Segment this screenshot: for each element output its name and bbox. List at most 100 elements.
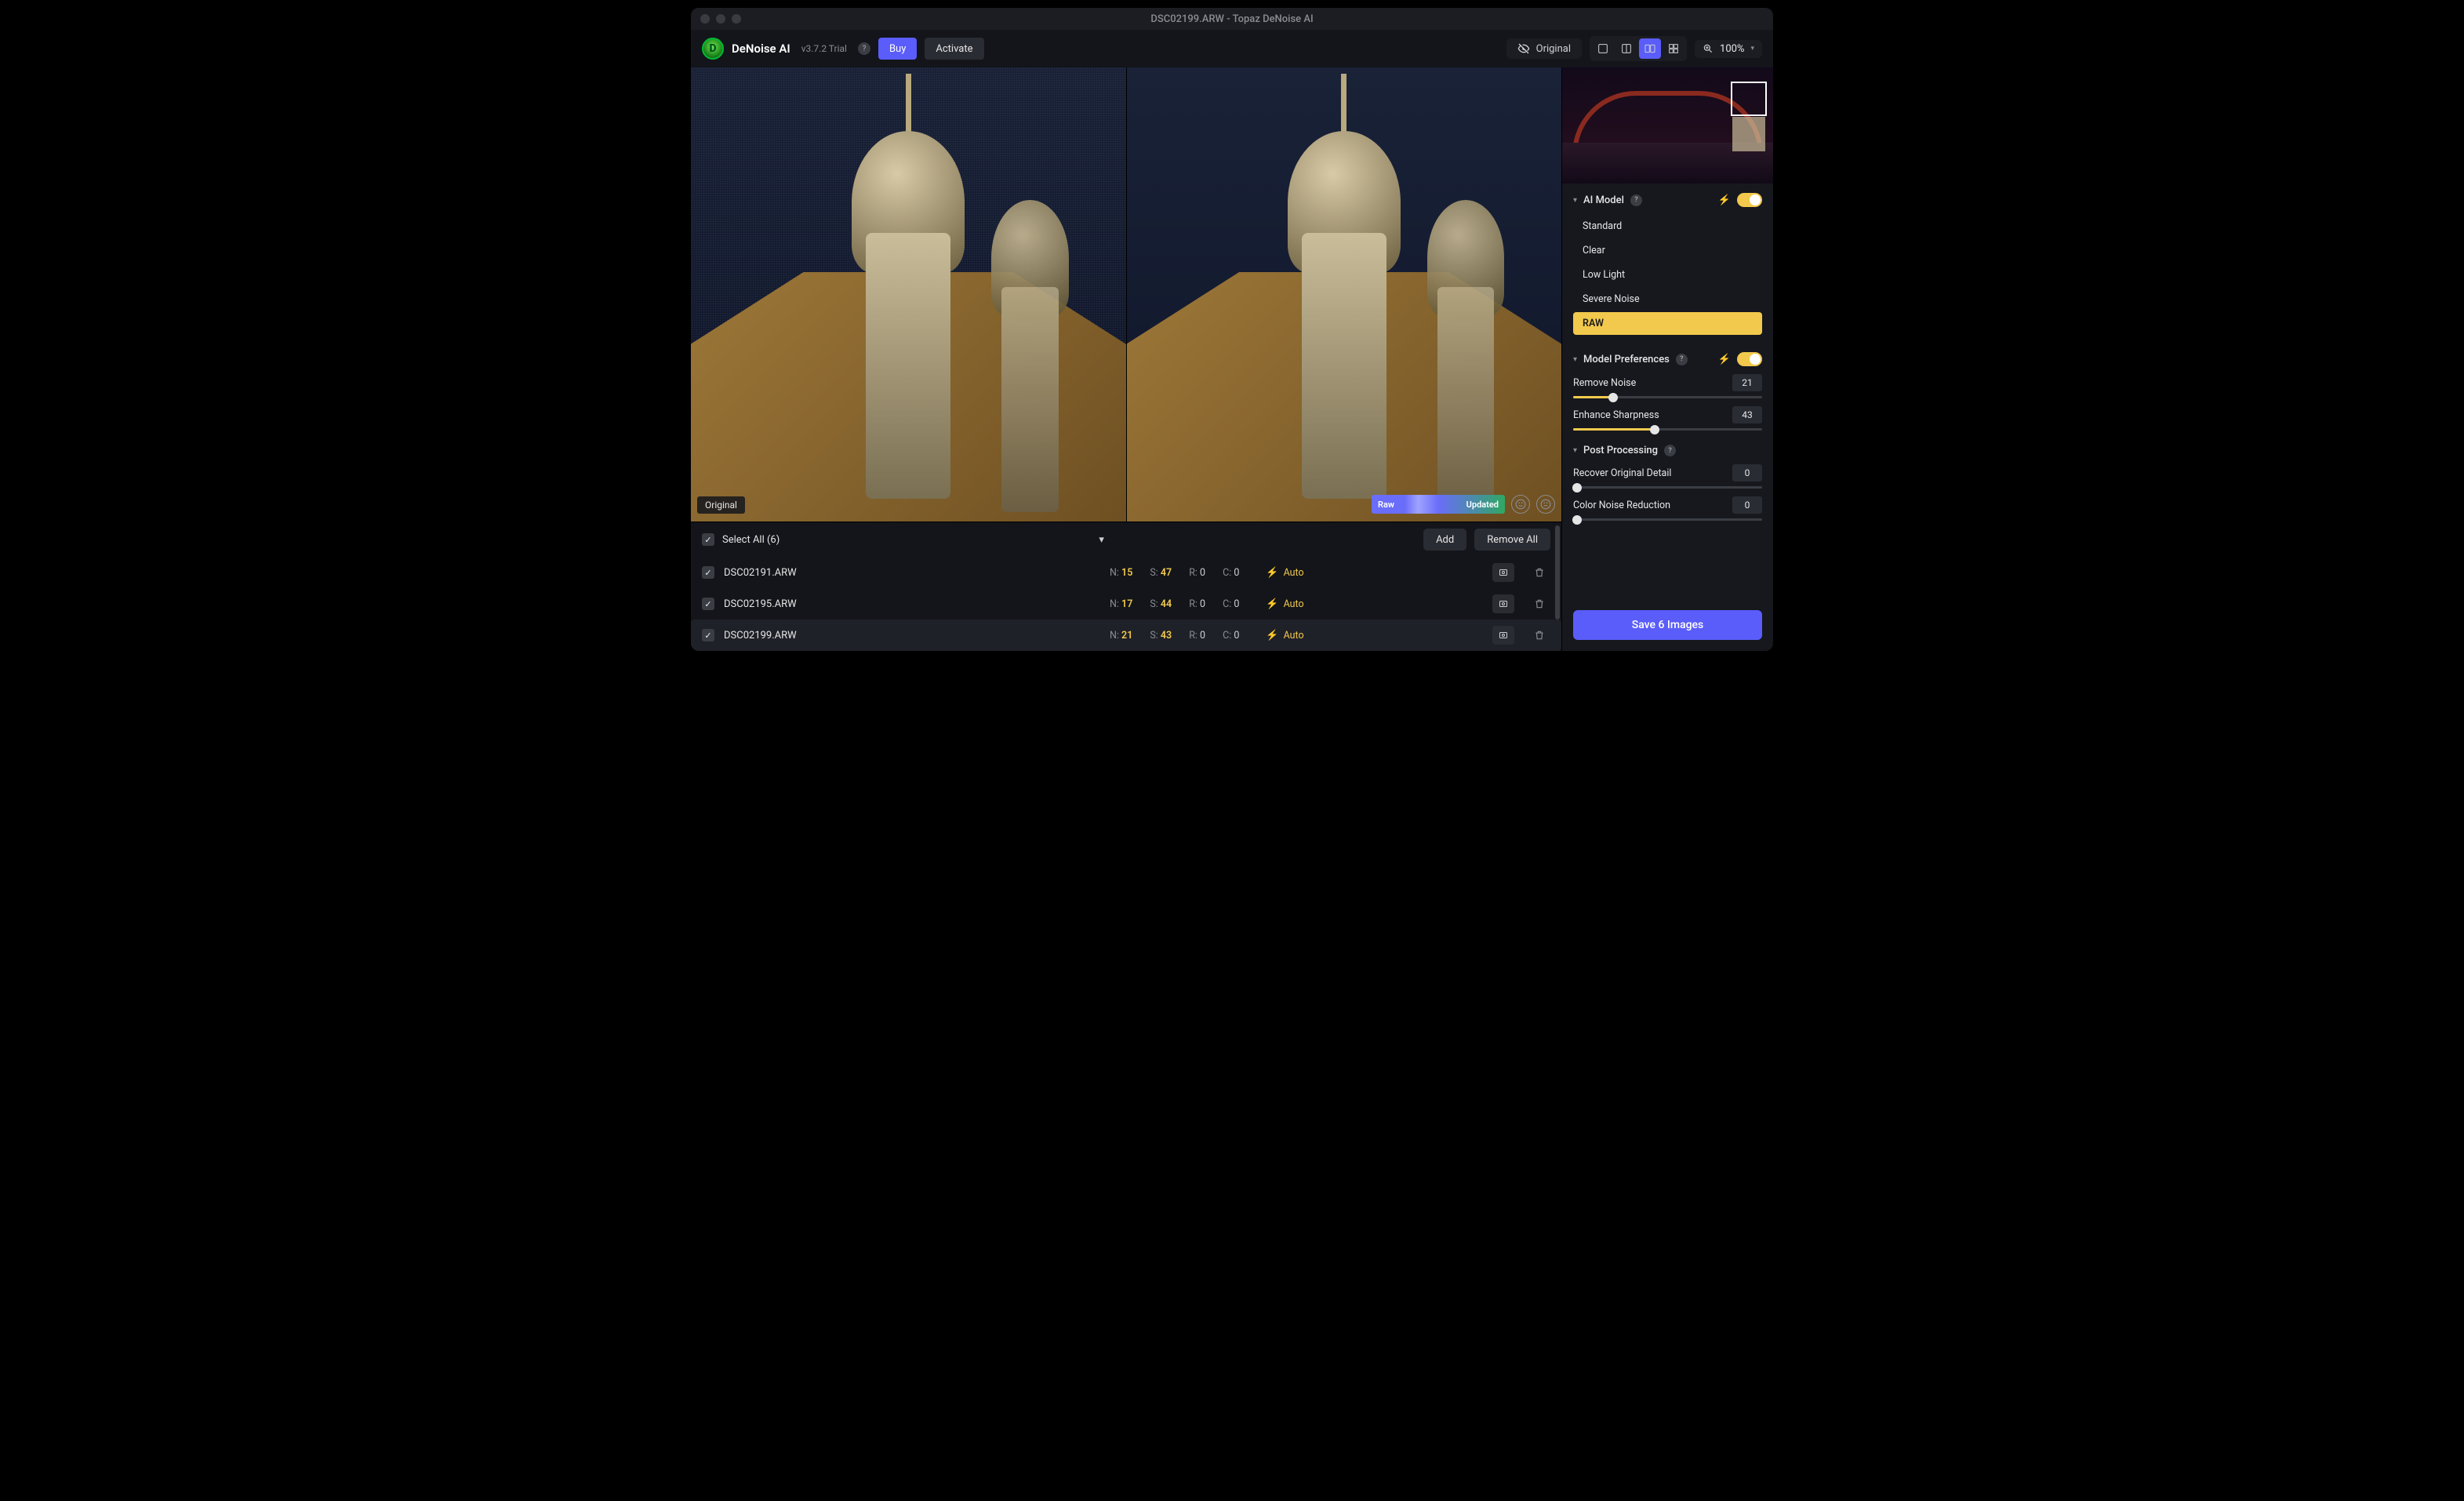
settings-panel: ▾ AI Model ? ⚡ StandardClearLow LightSev… — [1561, 67, 1773, 651]
add-button[interactable]: Add — [1423, 529, 1466, 551]
ai-model-auto-toggle[interactable] — [1737, 193, 1762, 207]
activate-button[interactable]: Activate — [925, 38, 983, 60]
remove-all-button[interactable]: Remove All — [1474, 529, 1550, 551]
buy-button[interactable]: Buy — [878, 38, 917, 60]
app-version: v3.7.2 Trial — [801, 43, 847, 54]
file-delete-icon[interactable] — [1528, 594, 1550, 613]
file-row[interactable]: ✓ DSC02199.ARW N: 21S: 43R: 0C: 0 ⚡Auto — [691, 620, 1561, 651]
file-checkbox[interactable]: ✓ — [702, 629, 714, 641]
eye-off-icon — [1517, 42, 1530, 55]
select-all-label[interactable]: Select All (6) — [722, 534, 780, 546]
ai-model-option[interactable]: Clear — [1573, 239, 1762, 262]
file-auto-badge[interactable]: ⚡Auto — [1266, 598, 1303, 610]
file-row[interactable]: ✓ DSC02191.ARW N: 15S: 47R: 0C: 0 ⚡Auto — [691, 557, 1561, 588]
help-icon[interactable]: ? — [1630, 194, 1642, 206]
help-icon[interactable]: ? — [858, 42, 870, 55]
viewer-left-original[interactable]: Original — [691, 67, 1126, 522]
file-preview-icon[interactable] — [1492, 563, 1514, 582]
status-bar-right: Updated — [1466, 500, 1499, 510]
scrollbar[interactable] — [1555, 525, 1560, 620]
remove-noise-slider[interactable] — [1573, 396, 1762, 398]
titlebar: DSC02199.ARW - Topaz DeNoise AI — [691, 8, 1773, 30]
chevron-down-icon: ▾ — [1573, 355, 1577, 364]
recover-detail-label: Recover Original Detail — [1573, 467, 1671, 479]
chevron-down-icon: ▾ — [1750, 45, 1754, 53]
enhance-sharpness-label: Enhance Sharpness — [1573, 409, 1659, 421]
viewer-right-processed[interactable]: Raw Updated — [1126, 67, 1562, 522]
select-all-checkbox[interactable]: ✓ — [702, 533, 714, 546]
recover-detail-slider[interactable] — [1573, 486, 1762, 489]
remove-noise-value[interactable]: 21 — [1732, 374, 1762, 391]
ai-model-option[interactable]: RAW — [1573, 312, 1762, 335]
file-stats: N: 21S: 43R: 0C: 0 — [1110, 630, 1239, 641]
file-checkbox[interactable]: ✓ — [702, 598, 714, 610]
bolt-icon: ⚡ — [1266, 598, 1278, 610]
navigator-thumbnail[interactable] — [1562, 67, 1773, 184]
file-delete-icon[interactable] — [1528, 563, 1550, 582]
file-auto-badge[interactable]: ⚡Auto — [1266, 567, 1303, 579]
help-icon[interactable]: ? — [1676, 354, 1688, 365]
bolt-icon: ⚡ — [1266, 567, 1278, 579]
file-preview-icon[interactable] — [1492, 626, 1514, 645]
ai-model-option[interactable]: Low Light — [1573, 263, 1762, 286]
enhance-sharpness-slider[interactable] — [1573, 428, 1762, 431]
view-sidebyside-icon[interactable] — [1639, 38, 1661, 59]
image-viewer[interactable]: Original Raw Updated — [691, 67, 1561, 522]
save-images-button[interactable]: Save 6 Images — [1573, 610, 1762, 640]
file-name: DSC02195.ARW — [724, 598, 1100, 610]
model-prefs-auto-toggle[interactable] — [1737, 352, 1762, 366]
zoom-control[interactable]: 100% ▾ — [1695, 40, 1762, 58]
ai-model-option[interactable]: Severe Noise — [1573, 288, 1762, 311]
chevron-down-icon: ▾ — [1573, 446, 1577, 455]
collapse-icon[interactable]: ▾ — [1099, 534, 1104, 546]
toolbar: D DeNoise AI v3.7.2 Trial ? Buy Activate… — [691, 30, 1773, 67]
file-stats: N: 17S: 44R: 0C: 0 — [1110, 598, 1239, 610]
view-mode-group — [1590, 36, 1687, 61]
ai-model-header[interactable]: ▾ AI Model ? ⚡ — [1573, 193, 1762, 207]
window-title: DSC02199.ARW - Topaz DeNoise AI — [691, 13, 1773, 25]
file-name: DSC02191.ARW — [724, 567, 1100, 579]
view-single-icon[interactable] — [1592, 38, 1614, 59]
post-processing-header[interactable]: ▾ Post Processing ? — [1573, 445, 1762, 456]
bolt-icon: ⚡ — [1718, 354, 1731, 365]
bolt-icon: ⚡ — [1266, 630, 1278, 641]
recover-detail-value[interactable]: 0 — [1732, 464, 1762, 482]
app-window: DSC02199.ARW - Topaz DeNoise AI D DeNois… — [691, 8, 1773, 651]
processing-status-bar: Raw Updated — [1372, 495, 1505, 514]
app-logo-icon: D — [702, 38, 724, 60]
color-noise-reduction-value[interactable]: 0 — [1732, 496, 1762, 514]
ai-model-title: AI Model — [1583, 194, 1624, 206]
rate-neutral-icon[interactable] — [1536, 495, 1555, 514]
zoom-icon — [1703, 43, 1714, 54]
status-bar-left: Raw — [1378, 500, 1394, 510]
color-noise-reduction-label: Color Noise Reduction — [1573, 500, 1670, 511]
file-checkbox[interactable]: ✓ — [702, 566, 714, 579]
chevron-down-icon: ▾ — [1573, 196, 1577, 205]
ai-model-option[interactable]: Standard — [1573, 215, 1762, 238]
file-auto-badge[interactable]: ⚡Auto — [1266, 630, 1303, 641]
file-stats: N: 15S: 47R: 0C: 0 — [1110, 567, 1239, 579]
file-name: DSC02199.ARW — [724, 630, 1100, 641]
rate-happy-icon[interactable] — [1511, 495, 1530, 514]
original-label: Original — [1536, 43, 1571, 55]
zoom-value: 100% — [1720, 43, 1744, 55]
app-name: DeNoise AI — [732, 42, 790, 56]
model-prefs-header[interactable]: ▾ Model Preferences ? ⚡ — [1573, 352, 1762, 366]
viewer-left-label: Original — [697, 496, 745, 514]
original-toggle[interactable]: Original — [1506, 38, 1582, 59]
view-grid-icon[interactable] — [1663, 38, 1684, 59]
color-noise-reduction-slider[interactable] — [1573, 518, 1762, 521]
bolt-icon: ⚡ — [1718, 194, 1731, 206]
help-icon[interactable]: ? — [1664, 445, 1676, 456]
view-split-icon[interactable] — [1615, 38, 1637, 59]
model-prefs-title: Model Preferences — [1583, 354, 1670, 365]
remove-noise-label: Remove Noise — [1573, 377, 1636, 389]
file-preview-icon[interactable] — [1492, 594, 1514, 613]
enhance-sharpness-value[interactable]: 43 — [1732, 406, 1762, 423]
file-delete-icon[interactable] — [1528, 626, 1550, 645]
file-row[interactable]: ✓ DSC02195.ARW N: 17S: 44R: 0C: 0 ⚡Auto — [691, 588, 1561, 620]
ai-model-list: StandardClearLow LightSevere NoiseRAW — [1573, 215, 1762, 335]
navigator-viewport-rect[interactable] — [1731, 82, 1767, 116]
file-list: ✓ Select All (6) ▾ Add Remove All ✓ DSC02… — [691, 522, 1561, 651]
post-processing-title: Post Processing — [1583, 445, 1658, 456]
